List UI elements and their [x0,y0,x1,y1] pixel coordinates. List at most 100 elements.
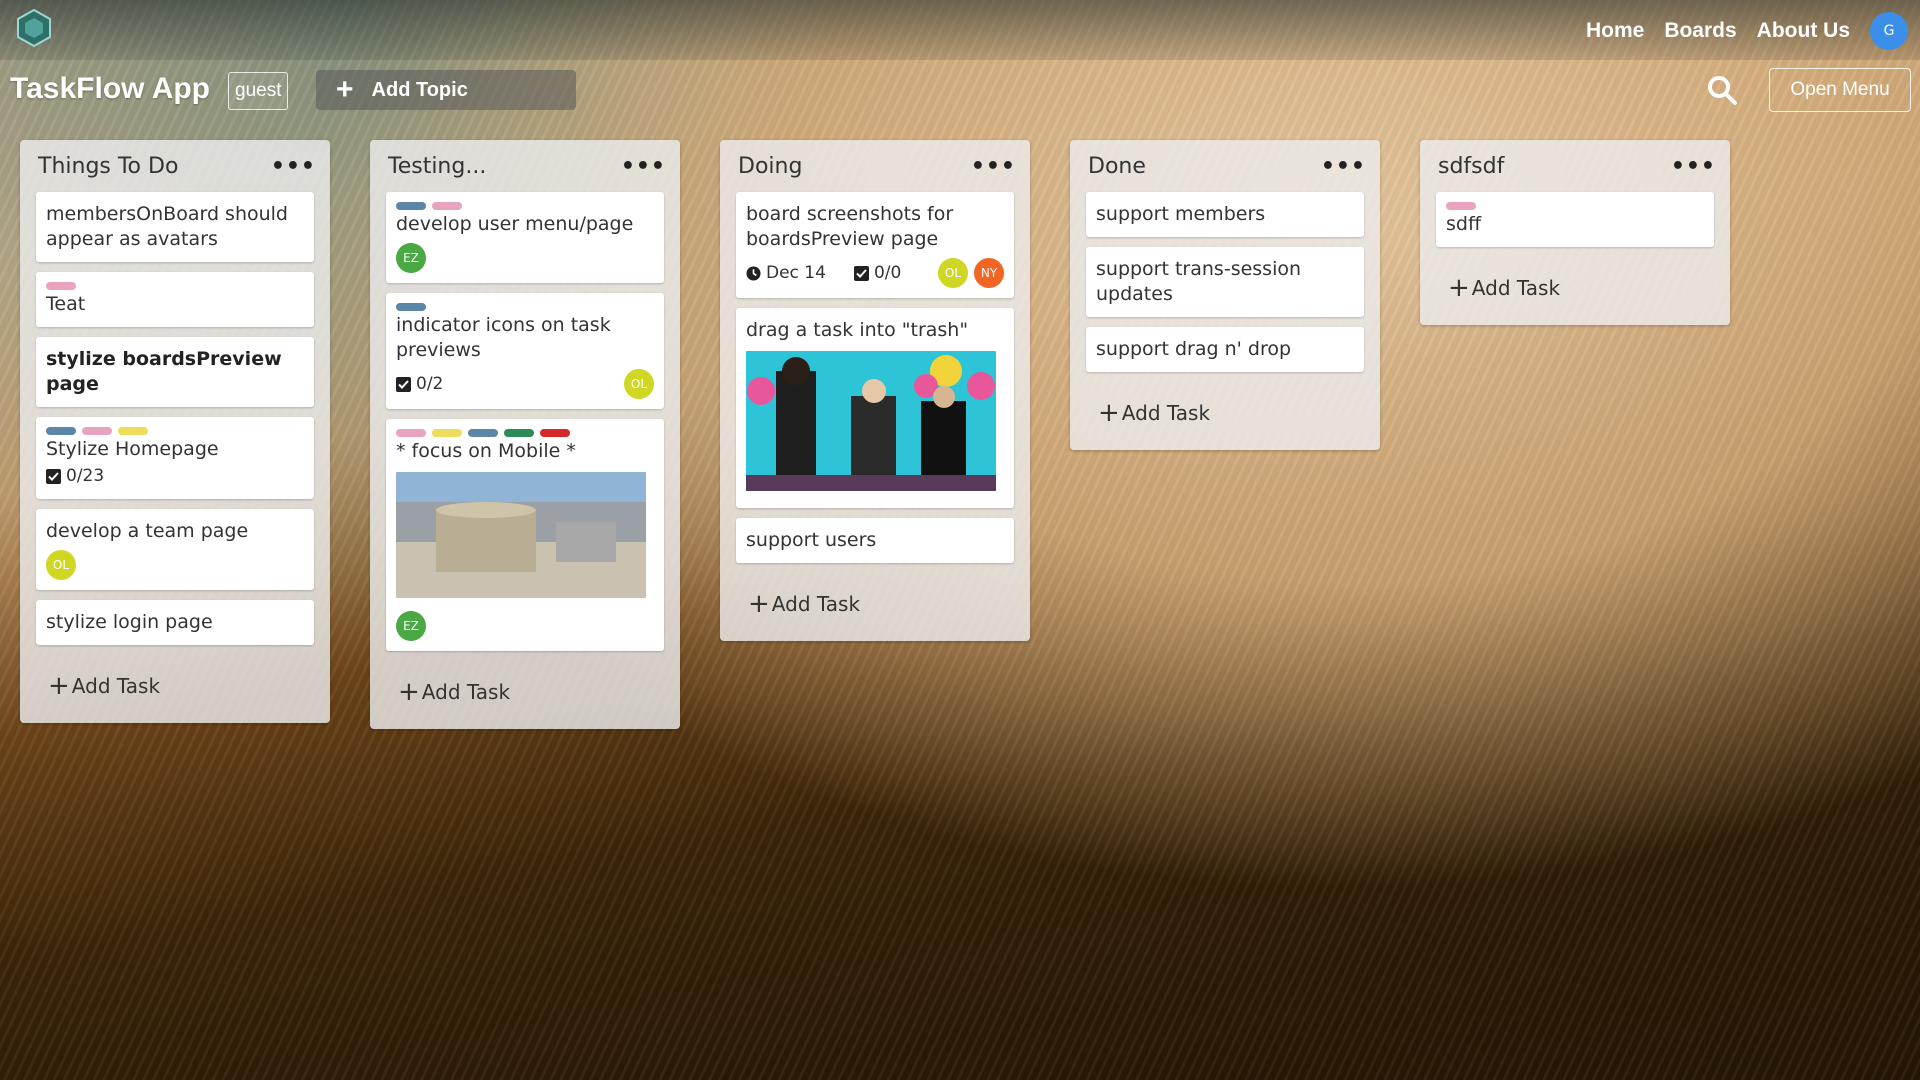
task-labels [46,427,304,435]
label-red [540,429,570,437]
task-title: support users [746,529,877,551]
add-topic-label: Add Topic [371,78,468,101]
task-card[interactable]: drag a task into "trash" [736,308,1014,508]
task-title: support trans-session updates [1096,258,1302,305]
task-card[interactable]: support members [1086,192,1364,237]
add-task-label: Add Task [71,674,161,698]
user-avatar[interactable]: G [1870,12,1908,50]
top-navbar: Home Boards About Us G [0,0,1920,60]
plus-icon: + [48,671,70,701]
add-topic-button[interactable]: + Add Topic [316,70,576,110]
checkbox-icon [853,265,869,281]
more-options-icon[interactable]: ••• [271,154,316,179]
checklist-badge: 0/0 [853,261,902,286]
task-card[interactable]: develop user menu/page EZ [386,192,664,283]
more-options-icon[interactable]: ••• [1321,154,1366,179]
label-pink [396,429,426,437]
task-cover-image [746,351,996,491]
open-menu-button[interactable]: Open Menu [1769,68,1911,112]
label-pink [1446,202,1476,210]
task-card[interactable]: Teat [36,272,314,327]
main-nav: Home Boards About Us G [1586,12,1908,50]
add-task-label: Add Task [771,592,861,616]
list-title[interactable]: sdfsdf [1438,154,1504,179]
list-header: sdfsdf ••• [1420,140,1730,192]
nav-boards-link[interactable]: Boards [1664,19,1736,43]
task-title: * focus on Mobile * [396,440,576,462]
task-card[interactable]: support users [736,518,1014,563]
task-card[interactable]: sdff [1436,192,1714,247]
plus-icon: + [748,589,770,619]
checklist-count: 0/0 [873,262,902,283]
list-things-to-do: Things To Do ••• membersOnBoard should a… [20,140,330,723]
more-options-icon[interactable]: ••• [621,154,666,179]
task-labels [396,202,654,210]
app-logo-icon[interactable] [14,8,54,48]
more-options-icon[interactable]: ••• [1671,154,1716,179]
task-card[interactable]: stylize boardsPreview page [36,337,314,407]
member-avatar: OL [938,258,968,288]
label-blue [396,303,426,311]
add-task-button[interactable]: + Add Task [20,655,330,723]
user-name-button[interactable]: guest [228,72,289,110]
task-card[interactable]: support drag n' drop [1086,327,1364,372]
nav-about-link[interactable]: About Us [1757,19,1850,43]
list-sdfsdf: sdfsdf ••• sdff + Add Task [1420,140,1730,325]
add-task-button[interactable]: + Add Task [720,573,1030,641]
app-title: TaskFlow App [10,72,211,105]
member-avatar: EZ [396,243,426,273]
label-green [504,429,534,437]
checklist-count: 0/23 [66,466,105,486]
list-title[interactable]: Things To Do [38,154,178,179]
label-pink [46,282,76,290]
task-cover-image [396,472,646,598]
member-avatar: OL [624,369,654,399]
plus-icon: + [1448,273,1470,303]
task-card[interactable]: Stylize Homepage 0/23 [36,417,314,499]
search-icon[interactable] [1706,74,1738,106]
label-pink [432,202,462,210]
task-title: sdff [1446,213,1482,235]
task-labels [396,303,654,311]
due-date: Dec 14 [766,262,826,283]
member-avatar: OL [46,550,76,580]
task-labels [1446,202,1704,210]
task-title: Stylize Homepage [46,438,219,460]
task-labels [46,282,304,290]
list-title[interactable]: Done [1088,154,1146,179]
task-card[interactable]: support trans-session updates [1086,247,1364,317]
task-card[interactable]: indicator icons on task previews 0/2 OL [386,293,664,409]
task-card[interactable]: stylize login page [36,600,314,645]
list-title[interactable]: Doing [738,154,802,179]
task-card[interactable]: develop a team page OL [36,509,314,590]
list-header: Doing ••• [720,140,1030,192]
task-title: indicator icons on task previews [396,314,611,361]
add-task-button[interactable]: + Add Task [1070,382,1380,450]
more-options-icon[interactable]: ••• [971,154,1016,179]
plus-icon: + [336,73,354,106]
list-done: Done ••• support members support trans-s… [1070,140,1380,450]
add-task-button[interactable]: + Add Task [1420,257,1730,325]
task-card[interactable]: membersOnBoard should appear as avatars [36,192,314,262]
add-task-label: Add Task [421,680,511,704]
nav-home-link[interactable]: Home [1586,19,1644,43]
list-doing: Doing ••• board screenshots for boardsPr… [720,140,1030,641]
member-avatar: EZ [396,611,426,641]
task-title: Teat [46,293,86,315]
task-title: board screenshots for boardsPreview page [746,203,954,250]
checklist-count: 0/2 [416,373,444,394]
task-title: develop a team page [46,520,249,542]
add-task-button[interactable]: + Add Task [370,661,680,729]
task-title: membersOnBoard should appear as avatars [46,203,288,250]
clock-icon [746,265,761,281]
task-card[interactable]: * focus on Mobile * EZ [386,419,664,651]
task-title: support members [1096,203,1266,225]
board-toolbar: TaskFlow App guest + Add Topic Open Menu [0,66,1920,116]
label-blue [396,202,426,210]
list-header: Things To Do ••• [20,140,330,192]
task-title: stylize boardsPreview page [46,348,282,395]
label-pink [82,427,112,435]
task-card[interactable]: board screenshots for boardsPreview page… [736,192,1014,298]
list-title[interactable]: Testing... [388,154,486,179]
label-blue [46,427,76,435]
